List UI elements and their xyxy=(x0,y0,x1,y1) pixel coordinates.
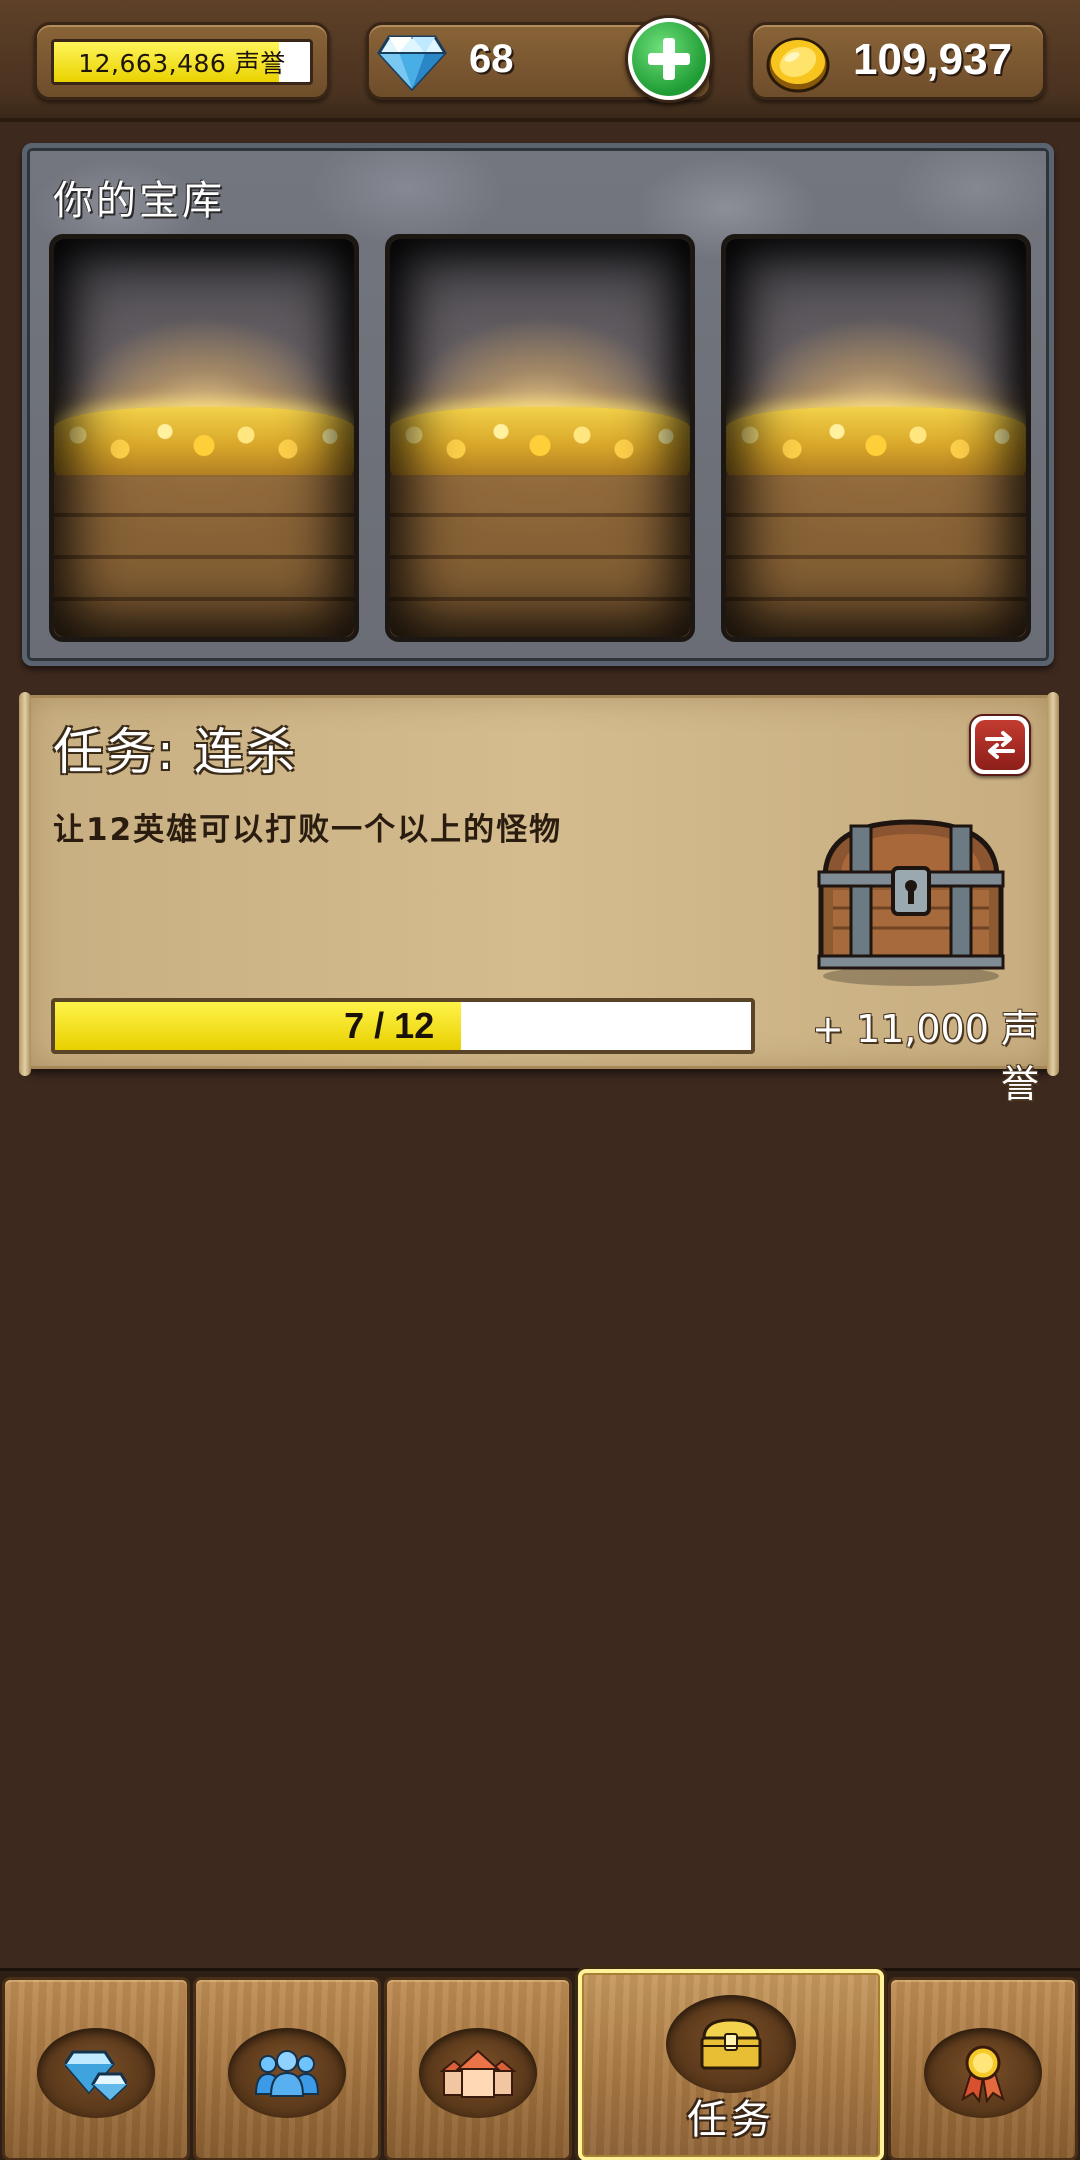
gold-pile-slot-1[interactable] xyxy=(49,234,359,642)
top-bar: 12,663,486 声誉 68 109,937 xyxy=(0,0,1080,122)
swap-quest-button[interactable] xyxy=(969,714,1031,776)
reputation-bar: 12,663,486 声誉 xyxy=(51,39,313,85)
quest-description: 让12英雄可以打败一个以上的怪物 xyxy=(53,812,563,848)
quest-progress-text: 7 / 12 xyxy=(344,1005,435,1046)
gold-panel: 109,937 xyxy=(750,22,1046,100)
gold-pile-slot-2[interactable] xyxy=(385,234,695,642)
slot-vignette xyxy=(390,239,690,637)
quest-progress-bar: 7 / 12 xyxy=(51,998,755,1054)
reputation-panel[interactable]: 12,663,486 声誉 xyxy=(34,22,330,100)
buildings-icon xyxy=(419,2028,537,2118)
plus-icon xyxy=(632,22,706,96)
gem-shop-icon xyxy=(37,2028,155,2118)
nav-achievements[interactable] xyxy=(888,1977,1078,2160)
nav-heroes[interactable] xyxy=(193,1977,381,2160)
add-gems-button[interactable] xyxy=(625,15,713,103)
nav-quests-label: 任务 xyxy=(687,2097,775,2143)
diamond-icon xyxy=(377,35,447,92)
quest-title: 任务: 连杀 xyxy=(53,723,298,781)
achievement-medal-icon xyxy=(924,2028,1042,2118)
nav-quests[interactable]: 任务 xyxy=(578,1969,884,2160)
gems-panel: 68 xyxy=(366,15,713,103)
nav-gem-shop[interactable] xyxy=(2,1977,190,2160)
heroes-icon xyxy=(228,2028,346,2118)
gold-count: 109,937 xyxy=(853,35,1013,84)
vault-panel: 你的宝库 xyxy=(22,143,1054,666)
vault-title: 你的宝库 xyxy=(53,178,225,224)
bottom-nav: 任务 xyxy=(0,1968,1080,2160)
quest-chest-icon xyxy=(666,1995,796,2093)
gold-pile-slot-3[interactable] xyxy=(721,234,1031,642)
reputation-value: 12,663,486 声誉 xyxy=(78,49,286,78)
nav-buildings[interactable] xyxy=(384,1977,572,2160)
quest-reward: + 11,000 声誉 xyxy=(812,1007,1039,1106)
treasure-chest-icon xyxy=(817,819,1005,986)
slot-vignette xyxy=(54,239,354,637)
quest-card: 任务: 连杀 让12英雄可以打败一个以上的怪物 7 / 12 + 11,000 … xyxy=(19,692,1059,1106)
gem-count: 68 xyxy=(469,37,514,81)
gold-coin-icon xyxy=(766,37,830,93)
slot-vignette xyxy=(726,239,1026,637)
app-screen: 12,663,486 声誉 68 109,937 你的宝库 任务: 连杀 让12… xyxy=(0,0,1080,2160)
swap-arrows-icon xyxy=(975,720,1025,770)
